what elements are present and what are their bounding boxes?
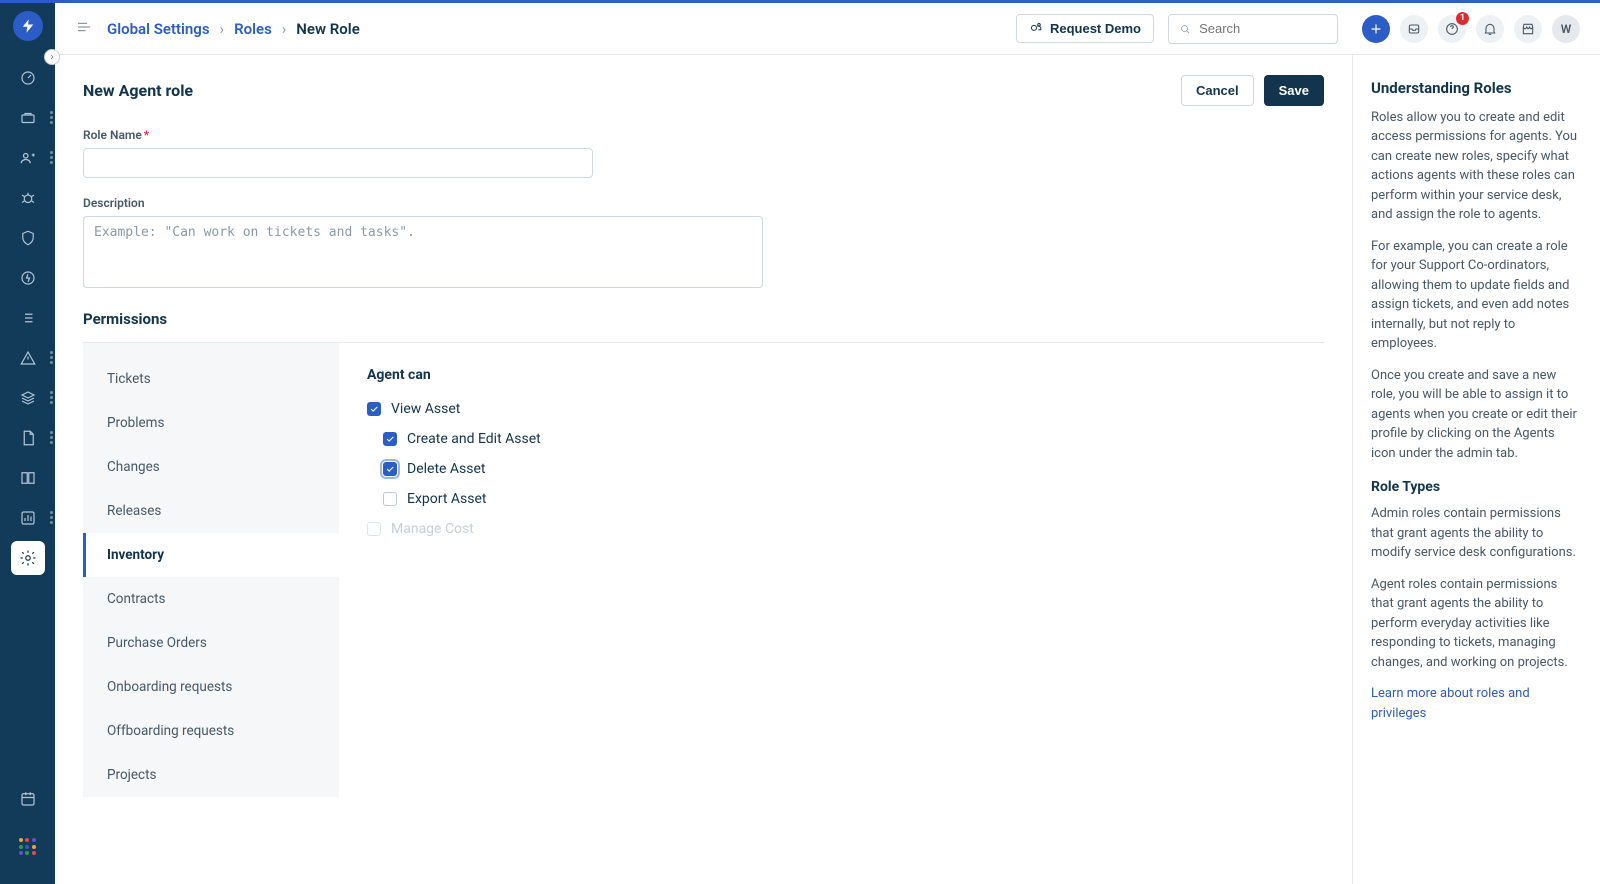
nav-calendar[interactable]: [11, 782, 45, 816]
nav-knowledge[interactable]: [11, 461, 45, 495]
chevron-right-icon: ›: [220, 20, 225, 38]
nav-users[interactable]: [11, 141, 45, 175]
breadcrumb-global-settings[interactable]: Global Settings: [107, 20, 210, 38]
permission-item[interactable]: Create and Edit Asset: [383, 431, 1296, 447]
avatar[interactable]: W: [1552, 15, 1580, 43]
notification-badge: 1: [1456, 12, 1469, 25]
role-name-input[interactable]: [83, 148, 593, 178]
help-text: Agent roles contain permissions that gra…: [1371, 575, 1582, 673]
nav-apps[interactable]: [11, 830, 45, 864]
nav-security[interactable]: [11, 221, 45, 255]
marketplace-icon[interactable]: [1514, 15, 1542, 43]
nav-alerts[interactable]: [11, 341, 45, 375]
request-demo-button[interactable]: Request Demo: [1016, 14, 1154, 43]
breadcrumb-current: New Role: [296, 20, 359, 38]
left-nav-rail: ›: [0, 3, 55, 884]
role-name-label: Role Name*: [83, 128, 1324, 142]
permission-item[interactable]: View Asset: [367, 401, 1296, 417]
description-textarea[interactable]: [83, 216, 763, 288]
permissions-tab[interactable]: Tickets: [83, 357, 339, 401]
expand-rail-handle[interactable]: ›: [44, 49, 60, 65]
chevron-right-icon: ›: [282, 20, 287, 38]
hamburger-icon[interactable]: [75, 18, 93, 40]
search-input[interactable]: [1199, 21, 1327, 36]
nav-list[interactable]: [11, 301, 45, 335]
nav-inventory[interactable]: [11, 381, 45, 415]
cancel-button[interactable]: Cancel: [1181, 75, 1254, 106]
help-icon[interactable]: 1: [1438, 15, 1466, 43]
nav-settings[interactable]: [11, 541, 45, 575]
help-text: Roles allow you to create and edit acces…: [1371, 108, 1582, 225]
permissions-tab[interactable]: Projects: [83, 753, 339, 797]
help-text: For example, you can create a role for y…: [1371, 237, 1582, 354]
permissions-checklist: View Asset Create and Edit Asset Delete As…: [367, 401, 1296, 537]
permission-label: Manage Cost: [391, 521, 474, 537]
permissions-tab[interactable]: Purchase Orders: [83, 621, 339, 665]
permission-item[interactable]: Export Asset: [383, 491, 1296, 507]
request-demo-label: Request Demo: [1050, 21, 1141, 36]
product-logo[interactable]: [13, 11, 43, 41]
page-title: New Agent role: [83, 81, 193, 100]
permissions-tab[interactable]: Offboarding requests: [83, 709, 339, 753]
inbox-icon[interactable]: [1400, 15, 1428, 43]
nav-dashboard[interactable]: [11, 61, 45, 95]
permission-label: View Asset: [391, 401, 460, 417]
permissions-panel: TicketsProblemsChangesReleasesInventoryC…: [83, 342, 1324, 797]
permissions-tab[interactable]: Releases: [83, 489, 339, 533]
nav-automation[interactable]: [11, 261, 45, 295]
permissions-heading: Permissions: [83, 310, 1324, 328]
help-panel: Understanding Roles Roles allow you to c…: [1352, 55, 1600, 884]
breadcrumb: Global Settings › Roles › New Role: [107, 20, 360, 38]
permissions-tab[interactable]: Inventory: [83, 533, 339, 577]
help-text: Admin roles contain permissions that gra…: [1371, 504, 1582, 563]
permission-label: Delete Asset: [407, 461, 486, 477]
permission-item: Manage Cost: [367, 521, 1296, 537]
nav-bugs[interactable]: [11, 181, 45, 215]
checkbox[interactable]: [383, 462, 397, 476]
breadcrumb-roles[interactable]: Roles: [234, 20, 272, 38]
nav-tickets[interactable]: [11, 101, 45, 135]
permissions-body-heading: Agent can: [367, 367, 1296, 383]
bell-icon[interactable]: [1476, 15, 1504, 43]
nav-documents[interactable]: [11, 421, 45, 455]
topbar: Global Settings › Roles › New Role Reque…: [55, 3, 1600, 55]
help-subheading: Role Types: [1371, 477, 1582, 498]
save-button[interactable]: Save: [1264, 75, 1324, 106]
permission-label: Export Asset: [407, 491, 486, 507]
permission-label: Create and Edit Asset: [407, 431, 541, 447]
permission-item[interactable]: Delete Asset: [383, 461, 1296, 477]
permissions-tablist: TicketsProblemsChangesReleasesInventoryC…: [83, 343, 339, 797]
permissions-tab[interactable]: Contracts: [83, 577, 339, 621]
permissions-tab[interactable]: Onboarding requests: [83, 665, 339, 709]
nav-reports[interactable]: [11, 501, 45, 535]
new-button[interactable]: [1362, 15, 1390, 43]
permissions-tab[interactable]: Problems: [83, 401, 339, 445]
help-learn-more-link[interactable]: Learn more about roles and privileges: [1371, 686, 1530, 721]
checkbox: [367, 522, 381, 536]
search-box[interactable]: [1168, 14, 1338, 44]
help-text: Once you create and save a new role, you…: [1371, 366, 1582, 464]
permissions-tab[interactable]: Changes: [83, 445, 339, 489]
checkbox[interactable]: [383, 492, 397, 506]
help-heading: Understanding Roles: [1371, 77, 1582, 100]
description-label: Description: [83, 196, 1324, 210]
checkbox[interactable]: [383, 432, 397, 446]
checkbox[interactable]: [367, 402, 381, 416]
